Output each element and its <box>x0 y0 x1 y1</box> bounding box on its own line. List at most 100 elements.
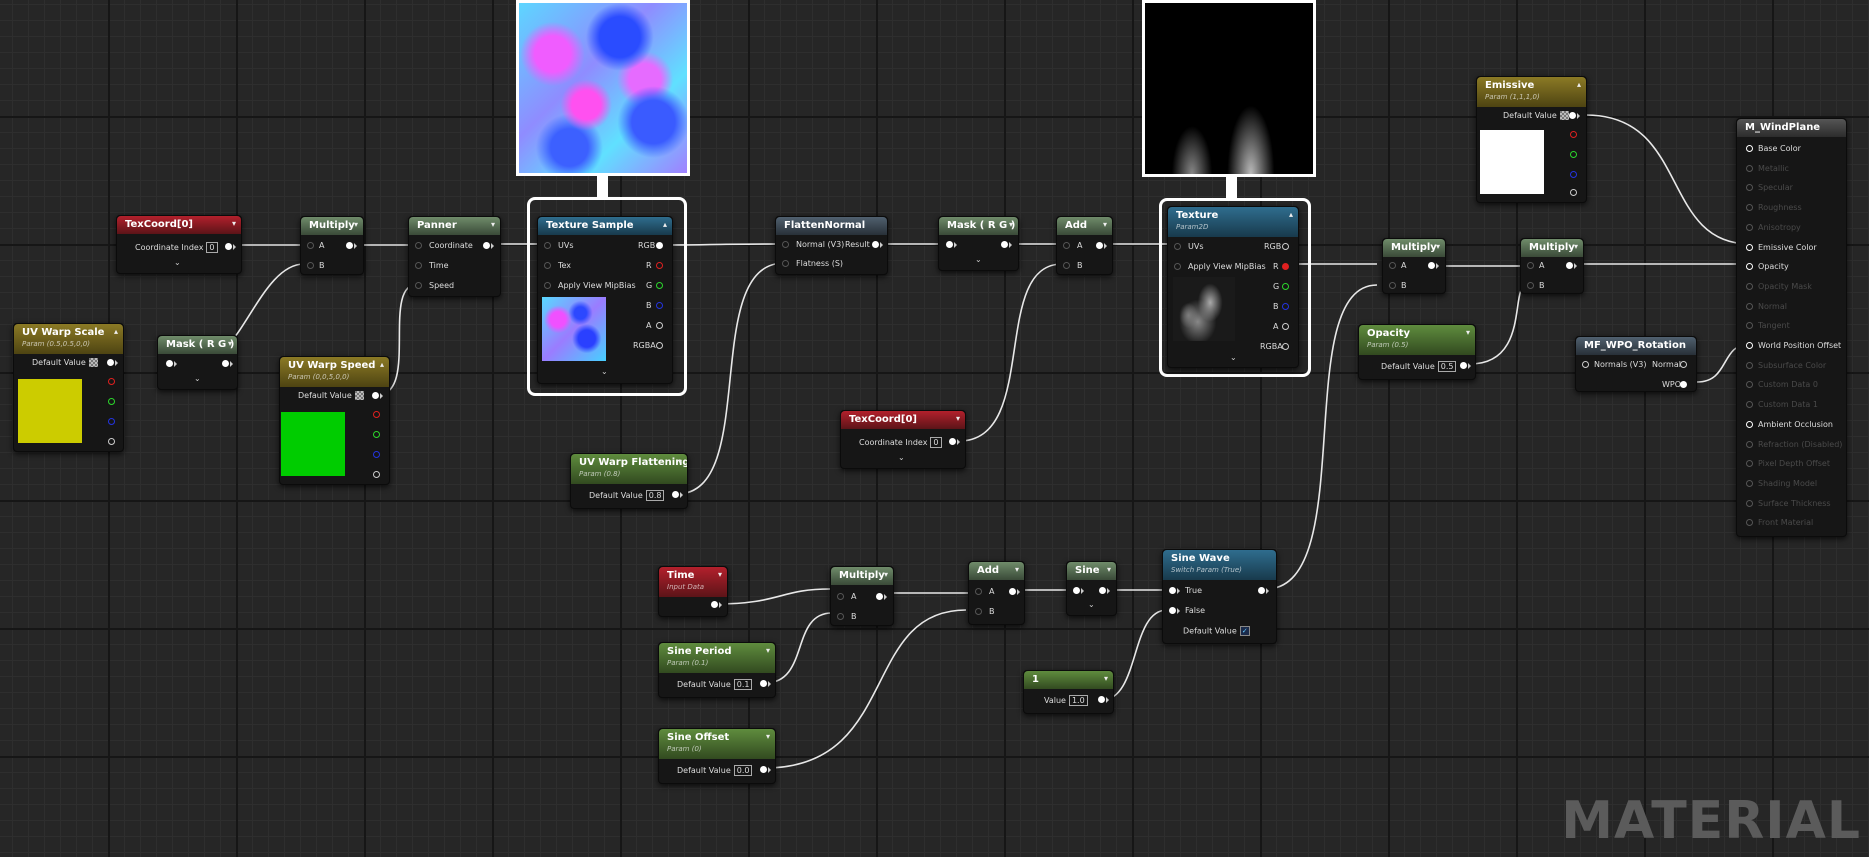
chevron-up-icon[interactable]: ▴ <box>1577 79 1581 91</box>
sine-offset-node[interactable]: Sine Offset Param (0) ▾ Default Value 0.0 <box>658 728 776 784</box>
uv-warp-scale-node[interactable]: UV Warp Scale Param (0.5,0.5,0,0) ▴ Defaul… <box>13 323 124 452</box>
input-pin[interactable] <box>1073 587 1080 594</box>
expand-chevron-icon[interactable]: ⌄ <box>194 374 201 383</box>
output-pin[interactable] <box>1096 242 1103 249</box>
input-pin-uvs[interactable] <box>1174 243 1181 250</box>
expand-chevron-icon[interactable]: ⌄ <box>1230 353 1237 362</box>
node-header[interactable]: UV Warp Flattening Param (0.8) ▾ <box>571 454 687 484</box>
output-pin[interactable] <box>346 242 353 249</box>
result-input-pin[interactable] <box>1746 381 1753 389</box>
input-pin-b[interactable] <box>1527 282 1534 289</box>
input-pin-true[interactable] <box>1169 587 1176 594</box>
input-pin-a[interactable] <box>1389 262 1396 269</box>
node-header[interactable]: Panner ▾ <box>409 217 500 235</box>
output-pin-a[interactable] <box>1570 189 1577 196</box>
output-pin[interactable] <box>760 766 767 773</box>
output-pin-g[interactable] <box>1282 283 1289 290</box>
output-pin[interactable] <box>1009 588 1016 595</box>
node-header[interactable]: Add ▾ <box>1057 217 1112 235</box>
output-pin-g[interactable] <box>656 282 663 289</box>
sine-period-node[interactable]: Sine Period Param (0.1) ▾ Default Value 0.1 <box>658 642 776 698</box>
input-pin-a[interactable] <box>1527 262 1534 269</box>
output-pin-r[interactable] <box>656 262 663 269</box>
node-header[interactable]: Add ▾ <box>969 562 1024 580</box>
output-pin[interactable] <box>876 593 883 600</box>
output-pin[interactable] <box>672 491 679 498</box>
output-pin[interactable] <box>711 601 718 608</box>
chevron-down-icon[interactable]: ▾ <box>1466 327 1470 339</box>
output-pin-b[interactable] <box>656 302 663 309</box>
input-pin-flatness[interactable] <box>782 260 789 267</box>
default-value-checkbox[interactable]: ✓ <box>1239 626 1250 636</box>
output-pin[interactable] <box>483 242 490 249</box>
output-pin-a[interactable] <box>108 438 115 445</box>
output-pin-result[interactable] <box>872 241 879 248</box>
output-pin-rgb[interactable] <box>1282 243 1289 250</box>
sine-wave-switch-node[interactable]: Sine Wave Switch Param (True) True False … <box>1162 549 1277 644</box>
chevron-down-icon[interactable]: ▾ <box>1015 564 1019 576</box>
output-pin-r[interactable] <box>1282 263 1289 270</box>
mask-rg-node[interactable]: Mask ( R G ) ▾ ⌄ <box>938 216 1019 271</box>
expand-chevron-icon[interactable]: ⌄ <box>601 367 608 376</box>
output-pin-g[interactable] <box>373 431 380 438</box>
chevron-down-icon[interactable]: ▾ <box>228 338 232 350</box>
output-pin-b[interactable] <box>1282 303 1289 310</box>
output-pin-a[interactable] <box>1282 323 1289 330</box>
node-header[interactable]: UV Warp Speed Param (0,0,5,0,0) ▴ <box>280 357 389 387</box>
input-pin-speed[interactable] <box>415 282 422 289</box>
node-header[interactable]: MF_WPO_Rotation <box>1576 337 1696 355</box>
output-pin-b[interactable] <box>108 418 115 425</box>
input-pin-normal[interactable] <box>782 241 789 248</box>
output-pin[interactable] <box>1569 112 1576 119</box>
node-header[interactable]: FlattenNormal <box>776 217 887 235</box>
chevron-down-icon[interactable]: ▾ <box>491 219 495 231</box>
value-field[interactable]: 1.0 <box>1068 695 1088 706</box>
result-input-pin[interactable] <box>1746 401 1753 409</box>
output-pin-b[interactable] <box>1570 171 1577 178</box>
default-value-field[interactable]: 0.0 <box>733 765 753 776</box>
output-pin[interactable] <box>107 359 114 366</box>
default-value-field[interactable]: 0.8 <box>645 490 665 501</box>
output-pin-a[interactable] <box>373 471 380 478</box>
input-pin-b[interactable] <box>837 613 844 620</box>
result-input-pin[interactable] <box>1746 460 1753 468</box>
chevron-up-icon[interactable]: ▴ <box>663 219 667 231</box>
output-pin-g[interactable] <box>1570 151 1577 158</box>
chevron-up-icon[interactable]: ▴ <box>1289 209 1293 221</box>
output-pin-b[interactable] <box>373 451 380 458</box>
node-header[interactable]: Multiply ▾ <box>831 567 893 585</box>
node-header[interactable]: 1 ▾ <box>1024 671 1113 689</box>
output-pin-wpo[interactable] <box>1680 381 1687 388</box>
result-input-pin[interactable] <box>1746 322 1753 330</box>
node-header[interactable]: Sine ▾ <box>1067 562 1116 580</box>
color-picker-icon[interactable] <box>88 358 98 367</box>
expand-chevron-icon[interactable]: ⌄ <box>1088 600 1095 609</box>
chevron-down-icon[interactable]: ▾ <box>232 218 236 230</box>
node-header[interactable]: Texture Param2D ▴ <box>1168 207 1298 237</box>
input-pin-false[interactable] <box>1169 607 1176 614</box>
result-input-pin[interactable] <box>1746 342 1753 349</box>
uv-warp-flattening-node[interactable]: UV Warp Flattening Param (0.8) ▾ Default V… <box>570 453 688 509</box>
node-header[interactable]: TexCoord[0] ▾ <box>117 216 241 234</box>
chevron-down-icon[interactable]: ▾ <box>1104 673 1108 685</box>
output-pin[interactable] <box>1460 362 1467 369</box>
input-pin-time[interactable] <box>415 262 422 269</box>
output-pin[interactable] <box>760 680 767 687</box>
output-pin-rgb[interactable] <box>656 242 663 249</box>
chevron-down-icon[interactable]: ▾ <box>1009 219 1013 231</box>
input-pin[interactable] <box>946 241 953 248</box>
node-header[interactable]: Mask ( R G ) ▾ <box>158 336 237 354</box>
mask-rg-node[interactable]: Mask ( R G ) ▾ ⌄ <box>157 335 238 390</box>
output-pin[interactable] <box>1566 262 1573 269</box>
input-pin-b[interactable] <box>1063 262 1070 269</box>
output-pin-g[interactable] <box>108 398 115 405</box>
default-value-field[interactable]: 0.1 <box>733 679 753 690</box>
constant-node[interactable]: 1 ▾ Value 1.0 <box>1023 670 1114 714</box>
texcoord-node[interactable]: TexCoord[0] ▾ Coordinate Index 0 ⌄ <box>840 410 966 469</box>
chevron-down-icon[interactable]: ▾ <box>956 413 960 425</box>
panner-node[interactable]: Panner ▾ Coordinate Time Speed <box>408 216 501 297</box>
emissive-node[interactable]: Emissive Param (1,1,1,0) ▴ Default Value <box>1476 76 1587 203</box>
output-pin[interactable] <box>1428 262 1435 269</box>
output-pin-normal[interactable] <box>1680 361 1687 368</box>
node-header[interactable]: Emissive Param (1,1,1,0) ▴ <box>1477 77 1586 107</box>
